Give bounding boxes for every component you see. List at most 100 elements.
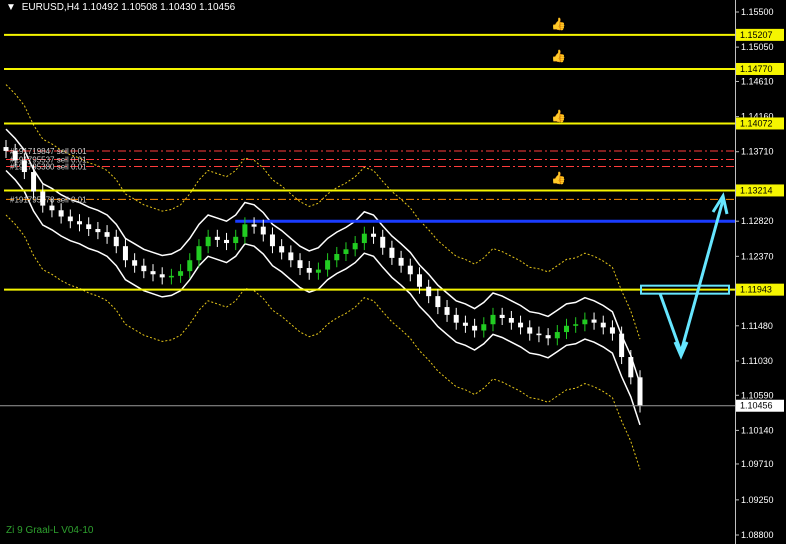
candle-body-53 [490,314,496,325]
candle-body-26 [242,224,248,237]
candle-body-16 [150,271,156,275]
candle-body-59 [545,335,551,339]
symbol-label: EURUSD,H4 [21,2,80,13]
candle-body-56 [518,322,524,328]
chart-window[interactable]: 1.15500 1.15050 1.14610 1.14160 1.13710 1.128… [0,0,786,544]
candle-body-25 [233,236,239,244]
candle-body-3 [31,172,37,192]
candle-body-34 [315,269,321,273]
forecast-arrow-path [658,199,725,357]
y-tick-label-8: 1.11030 [741,356,773,366]
y-tick-label-9: 1.10590 [741,390,774,400]
candle-body-32 [297,260,303,269]
candle-body-23 [214,236,220,240]
candle-body-28 [260,226,266,235]
y-tick-label-13: 1.08800 [741,530,774,540]
candle-body-31 [288,252,294,261]
candle-body-9 [86,224,92,230]
candle-body-22 [205,236,211,247]
candle-body-29 [269,234,275,247]
ohlc-values: 1.10492 1.10508 1.10430 1.10456 [82,2,236,13]
thumbs-up-icon-2: 👍 [551,109,566,123]
candle-body-17 [159,274,165,278]
candle-body-45 [416,274,422,287]
y-tick-label-7: 1.11480 [741,321,773,331]
candle-body-37 [343,249,349,254]
indicator-name: Zi 9 Graal-L V04-10 [6,525,94,536]
candle-body-36 [334,253,340,261]
candle-body-35 [325,260,331,270]
y-tick-label-2: 1.14610 [741,76,774,86]
level-label-1: 1.14770 [740,64,773,74]
candle-body-15 [141,265,147,272]
candle-body-10 [95,229,101,233]
y-tick-label-6: 1.12370 [741,251,774,261]
candle-body-30 [279,246,285,253]
candle-body-7 [67,216,73,222]
bollinger-lower [5,169,641,426]
chart-header: ▼ EURUSD,H4 1.10492 1.10508 1.10430 1.10… [6,2,235,13]
candle-body-40 [371,233,377,237]
dropdown-triangle-icon[interactable]: ▼ [6,2,16,13]
candle-body-38 [352,243,358,250]
candle-body-63 [582,319,588,325]
level-label-2: 1.14072 [740,118,773,128]
candle-body-20 [187,260,193,272]
candle-body-69 [637,377,643,406]
candle-body-62 [573,324,579,326]
candle-body-49 [453,314,459,323]
candle-body-54 [499,314,505,318]
candle-body-55 [508,317,514,323]
candle-body-8 [77,221,83,225]
candle-body-48 [444,307,450,315]
thumbs-up-icon-1: 👍 [551,49,566,63]
candle-body-12 [113,236,119,247]
thumbs-up-icon-0: 👍 [551,17,566,31]
candle-body-21 [196,246,202,261]
candle-body-1 [12,150,18,161]
order-label-2: #191795380 sell 0.01 [10,163,87,172]
candle-body-68 [628,357,634,378]
candle-body-2 [21,160,27,173]
level-label-3: 1.13214 [740,185,773,195]
y-tick-label-11: 1.09710 [741,459,774,469]
candle-body-43 [398,257,404,266]
candle-body-66 [609,327,615,334]
candle-body-67 [619,333,625,358]
candle-body-61 [563,325,569,333]
candle-body-42 [389,247,395,258]
y-tick-label-5: 1.12820 [741,216,774,226]
candle-body-58 [536,333,542,336]
price-axis-border [735,0,736,544]
candle-body-46 [426,286,432,297]
candle-body-50 [462,322,468,326]
candle-body-5 [49,205,55,211]
y-tick-label-0: 1.15500 [741,7,774,17]
price-chart[interactable]: 1.155001.150501.146101.141601.137101.128… [0,0,786,544]
candle-body-47 [435,296,441,308]
candle-body-65 [600,322,606,328]
candle-body-24 [224,239,230,244]
thumbs-up-icon-3: 👍 [551,171,566,185]
candle-body-4 [40,191,46,206]
candle-body-19 [178,271,184,276]
level-label-0: 1.15207 [740,30,773,40]
y-tick-label-10: 1.10140 [741,425,774,435]
y-tick-label-1: 1.15050 [741,42,774,52]
candle-body-18 [168,275,174,278]
candle-body-57 [527,327,533,334]
candle-body-6 [58,210,64,217]
candle-body-64 [591,319,597,323]
y-tick-label-4: 1.13710 [741,147,774,157]
candle-body-0 [3,147,9,151]
candle-body-39 [361,233,367,244]
current-price-label: 1.10456 [740,401,773,411]
candle-body-52 [481,324,487,331]
candle-body-60 [554,332,560,339]
y-tick-label-12: 1.09250 [741,495,774,505]
candle-body-13 [122,246,128,261]
candle-body-33 [306,268,312,273]
candle-body-51 [472,325,478,331]
candle-body-11 [104,232,110,237]
candle-body-14 [132,260,138,266]
